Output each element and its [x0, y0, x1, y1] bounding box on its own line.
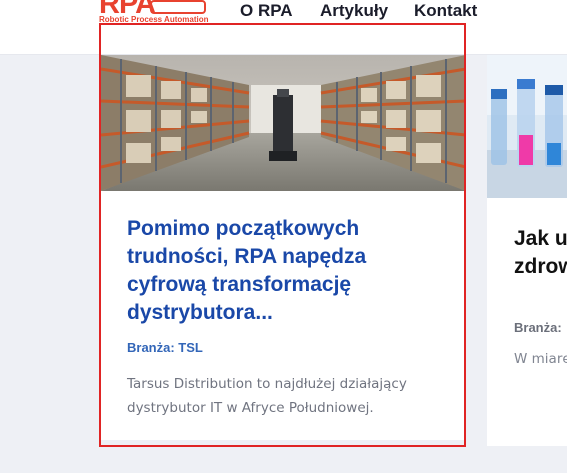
article-excerpt: W miarę wyzwań	[514, 351, 567, 367]
article-card[interactable]: Jak usprawnić zdrowie Branża: W miarę wy…	[487, 55, 567, 446]
article-card[interactable]: Pomimo początkowych trudności, RPA napęd…	[101, 55, 466, 440]
circuit-logo-icon	[150, 0, 206, 14]
article-title[interactable]: Jak usprawnić zdrowie	[514, 225, 567, 281]
article-category[interactable]: Branża:	[514, 320, 562, 335]
nav-item-artykuly[interactable]: Artykuły	[320, 1, 388, 21]
article-category[interactable]: Branża: TSL	[127, 340, 203, 355]
rpa-logo[interactable]: RPA Robotic Process Automation	[99, 0, 211, 26]
logo-tagline: Robotic Process Automation	[99, 15, 209, 24]
nav-item-o-rpa[interactable]: O RPA	[240, 1, 293, 21]
laboratory-test-tubes-photo[interactable]	[487, 55, 567, 198]
nav-item-kontakt[interactable]: Kontakt	[414, 1, 477, 21]
warehouse-aisle-photo[interactable]	[101, 55, 466, 191]
article-title[interactable]: Pomimo początkowych trudności, RPA napęd…	[127, 215, 447, 327]
article-excerpt: Tarsus Distribution to najdłużej działaj…	[127, 376, 407, 416]
site-header: RPA Robotic Process Automation O RPA Art…	[0, 0, 567, 55]
